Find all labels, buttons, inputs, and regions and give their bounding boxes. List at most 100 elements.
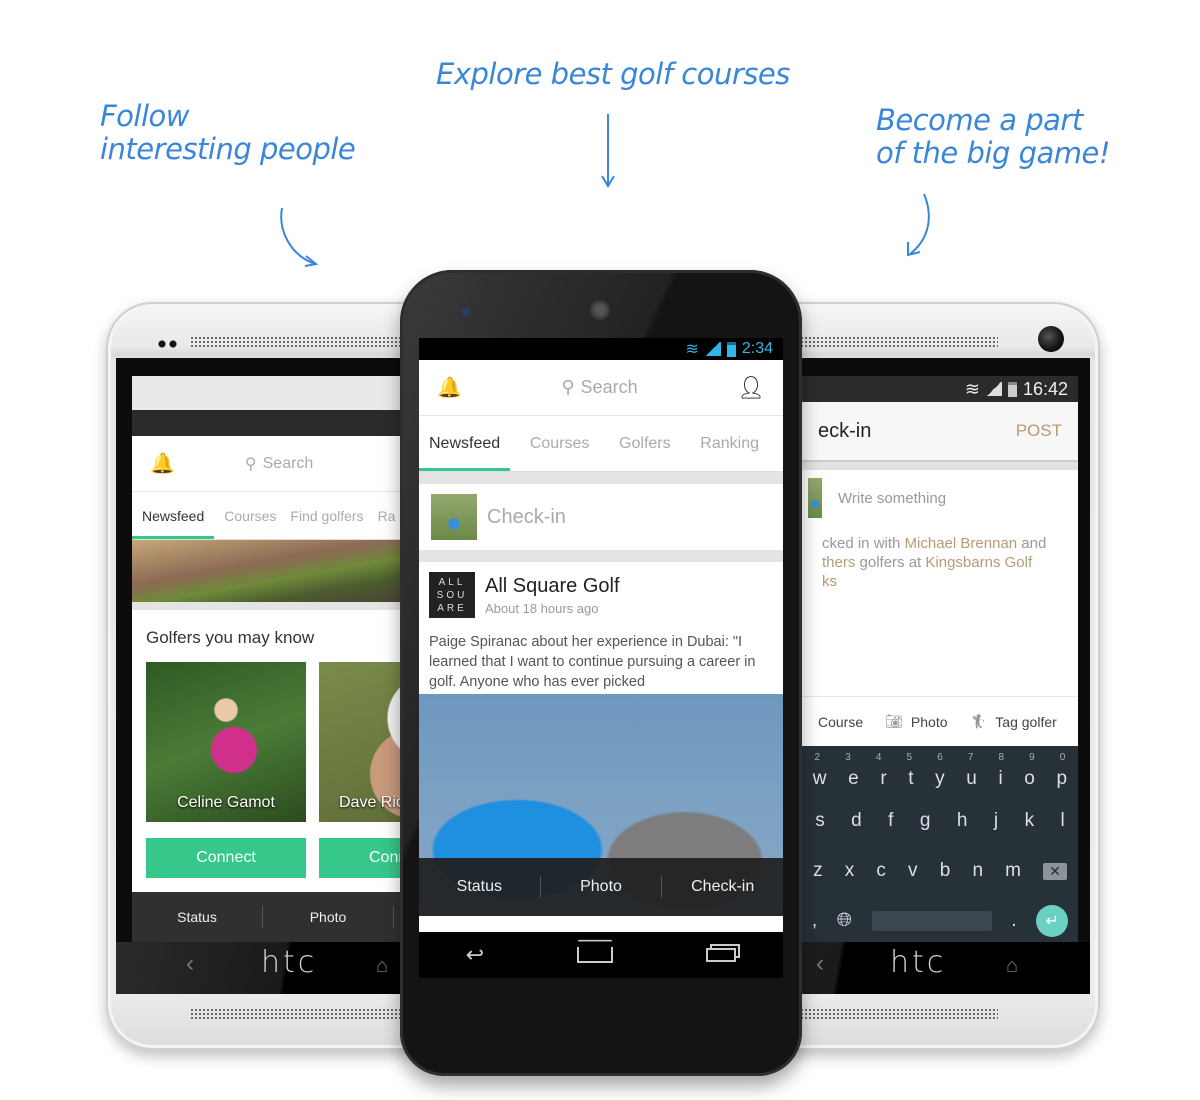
home-icon[interactable] [575, 939, 616, 963]
logo-line: ARE [437, 602, 467, 614]
summary-text: cked in with [822, 535, 905, 552]
others-link[interactable]: thers [822, 554, 855, 571]
write-something-input[interactable]: Write something [838, 490, 946, 507]
checkin-row[interactable]: Check-in [419, 484, 783, 550]
key[interactable]: r [880, 768, 886, 790]
home-key-icon[interactable]: ⌂ [376, 955, 388, 978]
key[interactable]: d [851, 810, 862, 832]
notification-bell-icon[interactable]: 🔔 [150, 451, 175, 476]
tab-find-golfers[interactable]: Find golfers [286, 492, 367, 539]
space-bar[interactable] [871, 911, 992, 931]
course-link[interactable]: Kingsbarns Golf [925, 554, 1032, 571]
logo-line: ALL [438, 576, 466, 588]
camera-icon: 📷︎ [885, 713, 903, 729]
key[interactable]: o [1024, 768, 1035, 790]
bottom-speaker [788, 1008, 998, 1020]
key[interactable]: l [1061, 810, 1065, 832]
key[interactable]: t [908, 768, 913, 790]
photo-button[interactable]: Photo [541, 878, 662, 896]
search-input[interactable]: ⚲ Search [245, 454, 313, 474]
htc-logo: htc [890, 945, 947, 980]
enter-key-icon[interactable]: ↵ [1036, 905, 1069, 937]
tagged-person-link[interactable]: Michael Brennan [905, 535, 1018, 552]
brand-logo[interactable]: ALL SOU ARE [429, 572, 475, 618]
search-icon: ⚲ [244, 455, 257, 473]
key[interactable]: . [1011, 910, 1016, 932]
key-row: z x c v b n m ✕ [802, 846, 1078, 896]
key-row: , 🌐︎ . ↵ [802, 896, 1078, 942]
checkin-button[interactable]: Check-in [662, 878, 783, 896]
tab-courses[interactable]: Courses [520, 416, 600, 471]
center-screen: ≋ 2:34 🔔 ⚲ Search 👤︎ Newsfeed Courses Go… [419, 338, 783, 978]
photo-button[interactable]: Photo [263, 909, 393, 925]
tag-golfer-option[interactable]: 🏌︎ Tag golfer [970, 713, 1057, 730]
golfer-photo[interactable]: Celine Gamot [146, 662, 306, 822]
wifi-icon: ≋ [685, 341, 699, 358]
back-key-icon[interactable]: ‹ [816, 950, 824, 978]
backspace-key-icon[interactable]: ✕ [1043, 862, 1067, 880]
tab-newsfeed[interactable]: Newsfeed [132, 492, 215, 539]
course-option[interactable]: Course [818, 714, 863, 730]
tab-golfers[interactable]: Golfers [609, 416, 681, 471]
notification-bell-icon[interactable]: 🔔 [437, 375, 462, 400]
post-time: About 18 hours ago [485, 600, 599, 616]
tab-newsfeed[interactable]: Newsfeed [419, 416, 511, 471]
key[interactable]: x [845, 860, 855, 882]
option-label: Tag golfer [995, 713, 1057, 730]
key[interactable]: s [815, 810, 825, 832]
course-link-cont[interactable]: ks [822, 573, 837, 590]
search-icon: ⚲ [561, 377, 575, 397]
post-text: Paige Spiranac about her experience in D… [429, 634, 756, 690]
key[interactable]: v [908, 860, 918, 882]
key[interactable]: u [966, 768, 977, 790]
status-button[interactable]: Status [132, 909, 262, 925]
key[interactable]: m [1005, 860, 1021, 882]
key[interactable]: n [972, 860, 983, 882]
search-input[interactable]: ⚲ Search [561, 377, 637, 398]
key[interactable]: y [935, 768, 945, 790]
arrow-center-icon [601, 114, 615, 188]
tab-courses[interactable]: Courses [214, 492, 286, 539]
number-hints: 2 3 4 5 6 7 8 9 0 [802, 752, 1078, 763]
post-author[interactable]: All Square Golf [485, 575, 620, 598]
caption-line: interesting people [100, 132, 356, 166]
front-camera-icon [1038, 326, 1064, 352]
photo-option[interactable]: 📷︎ Photo [885, 713, 947, 730]
globe-icon[interactable]: 🌐︎ [837, 910, 852, 932]
tab-bar: Newsfeed Courses Golfers Ranking [419, 416, 783, 472]
key[interactable]: j [994, 810, 998, 832]
tab-ranking[interactable]: Ranking [690, 416, 769, 471]
battery-icon [1007, 381, 1017, 397]
key[interactable]: g [920, 810, 931, 832]
key[interactable]: z [813, 860, 823, 882]
back-key-icon[interactable]: ‹ [186, 950, 194, 978]
earpiece [590, 300, 610, 320]
post-button[interactable]: POST [1016, 421, 1062, 441]
home-key-icon[interactable]: ⌂ [1006, 955, 1018, 978]
number-hint: 8 [998, 752, 1005, 763]
back-icon[interactable]: ↩ [466, 942, 484, 968]
number-hint: 5 [906, 752, 913, 763]
key[interactable]: p [1056, 768, 1067, 790]
key[interactable]: e [848, 768, 859, 790]
key[interactable]: , [812, 910, 817, 932]
checkin-input[interactable]: Check-in [487, 506, 566, 529]
connect-button[interactable]: Connect [146, 838, 306, 878]
divider [419, 550, 783, 562]
page-title: eck-in [818, 419, 872, 442]
profile-icon[interactable]: 👤︎ [737, 375, 765, 401]
recents-icon[interactable] [706, 948, 737, 962]
number-hint: 7 [967, 752, 974, 763]
caption-line: Follow [100, 99, 190, 133]
key[interactable]: i [998, 768, 1002, 790]
front-camera-icon [158, 340, 178, 348]
status-button[interactable]: Status [419, 878, 540, 896]
key[interactable]: h [957, 810, 968, 832]
key[interactable]: k [1025, 810, 1035, 832]
user-avatar [431, 494, 477, 540]
key[interactable]: b [940, 860, 951, 882]
key[interactable]: w [813, 768, 827, 790]
key[interactable]: c [876, 860, 886, 882]
key[interactable]: f [888, 810, 893, 832]
number-hint: 2 [814, 752, 821, 763]
